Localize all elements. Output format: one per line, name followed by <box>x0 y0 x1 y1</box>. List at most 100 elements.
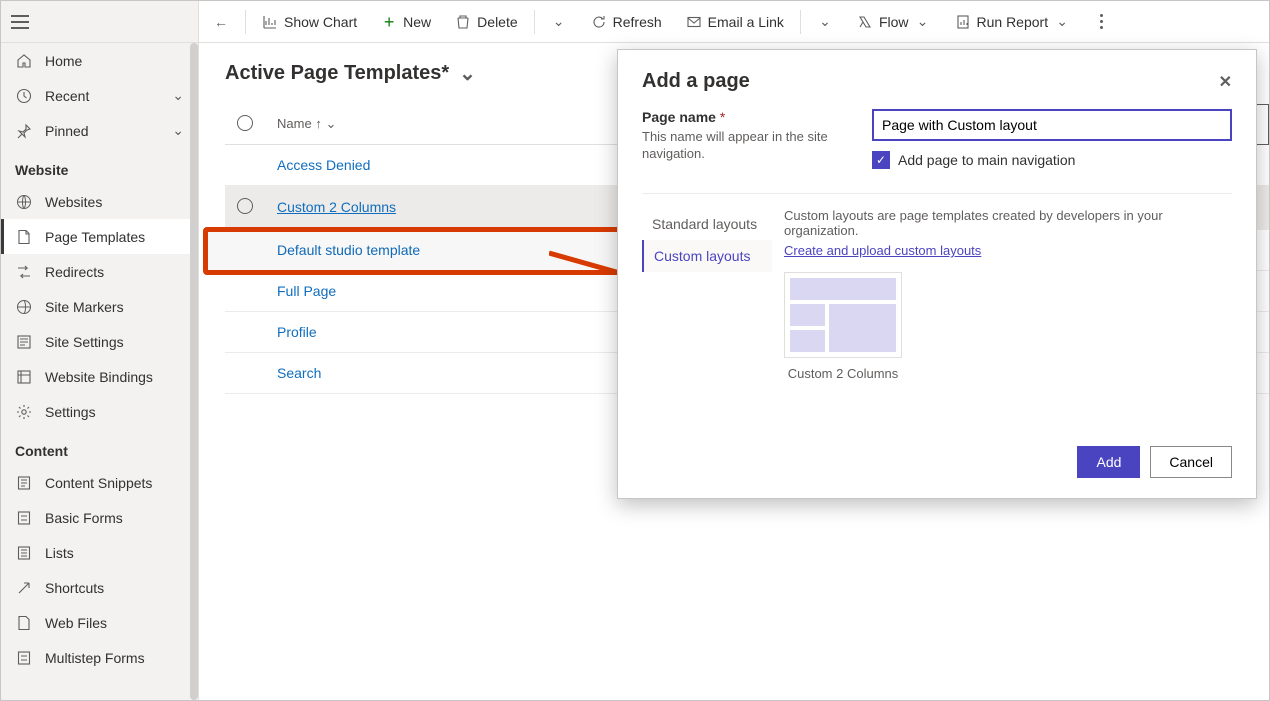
app-window: Home Recent ⌄ Pinned ⌄ Website Websites … <box>0 0 1270 701</box>
flyout-title-row: Add a page ✕ <box>642 70 1232 93</box>
create-upload-link[interactable]: Create and upload custom layouts <box>784 243 981 258</box>
flyout-title: Add a page <box>642 70 750 93</box>
trash-icon <box>455 14 471 30</box>
sidebar-scroll: Home Recent ⌄ Pinned ⌄ Website Websites … <box>1 43 198 700</box>
snippet-icon <box>15 475 33 491</box>
page-name-help: This name will appear in the site naviga… <box>642 129 852 163</box>
close-button[interactable]: ✕ <box>1219 72 1232 92</box>
email-link-button[interactable]: Email a Link <box>676 1 794 43</box>
chevron-down-icon: ⌄ <box>325 116 336 131</box>
sidebar-item-site-settings[interactable]: Site Settings <box>1 324 198 359</box>
layout-card-custom-2-columns[interactable]: Custom 2 Columns <box>784 272 902 382</box>
col-label: Name <box>277 116 312 131</box>
cmd-label: Run Report <box>977 14 1049 30</box>
globe-icon <box>15 194 33 210</box>
redirect-icon <box>15 264 33 280</box>
page-icon <box>15 229 33 245</box>
record-link[interactable]: Full Page <box>277 283 336 299</box>
add-nav-checkbox[interactable]: ✓ <box>872 151 890 169</box>
sidebar-label: Settings <box>45 404 96 420</box>
hamburger-icon[interactable] <box>11 15 29 29</box>
separator <box>245 10 246 34</box>
email-split[interactable]: ⌄ <box>807 1 843 43</box>
sidebar-label: Web Files <box>45 615 107 631</box>
layout-caption: Custom 2 Columns <box>784 366 902 382</box>
sidebar-item-recent[interactable]: Recent ⌄ <box>1 78 198 113</box>
select-all[interactable] <box>225 105 265 145</box>
refresh-button[interactable]: Refresh <box>581 1 672 43</box>
sidebar-label: Multistep Forms <box>45 650 145 666</box>
sidebar: Home Recent ⌄ Pinned ⌄ Website Websites … <box>1 1 199 700</box>
sidebar-item-redirects[interactable]: Redirects <box>1 254 198 289</box>
chevron-down-icon: ⌄ <box>172 122 184 139</box>
form-icon <box>15 650 33 666</box>
sidebar-item-basic-forms[interactable]: Basic Forms <box>1 500 198 535</box>
cmd-label: Show Chart <box>284 14 357 30</box>
record-link[interactable]: Access Denied <box>277 157 370 173</box>
sidebar-item-page-templates[interactable]: Page Templates <box>1 219 198 254</box>
tab-standard-layouts[interactable]: Standard layouts <box>642 208 772 240</box>
mail-icon <box>686 14 702 30</box>
flow-icon <box>857 14 873 30</box>
sidebar-item-lists[interactable]: Lists <box>1 535 198 570</box>
page-name-label: Page name <box>642 109 716 125</box>
record-link[interactable]: Default studio template <box>277 242 420 258</box>
sidebar-label: Lists <box>45 545 74 561</box>
delete-split[interactable]: ⌄ <box>541 1 577 43</box>
sidebar-item-websites[interactable]: Websites <box>1 184 198 219</box>
record-link[interactable]: Search <box>277 365 321 381</box>
sidebar-item-settings[interactable]: Settings <box>1 394 198 429</box>
gear-icon <box>15 404 33 420</box>
new-button[interactable]: + New <box>371 1 441 43</box>
flyout-footer: Add Cancel <box>642 446 1232 478</box>
layout-tabs: Standard layouts Custom layouts <box>642 208 772 382</box>
settings-list-icon <box>15 334 33 350</box>
command-bar: ← Show Chart + New Delete ⌄ Refresh <box>199 1 1269 43</box>
cmd-label: Delete <box>477 14 517 30</box>
sidebar-item-multistep-forms[interactable]: Multistep Forms <box>1 640 198 675</box>
tab-panel: Custom layouts are page templates create… <box>772 208 1232 382</box>
plus-icon: + <box>381 14 397 30</box>
more-commands[interactable] <box>1090 1 1114 43</box>
circle-icon <box>237 198 253 214</box>
sort-asc-icon: ↑ <box>315 116 322 131</box>
sidebar-item-pinned[interactable]: Pinned ⌄ <box>1 113 198 148</box>
chart-icon <box>262 14 278 30</box>
tab-custom-layouts[interactable]: Custom layouts <box>642 240 772 272</box>
show-chart-button[interactable]: Show Chart <box>252 1 367 43</box>
bindings-icon <box>15 369 33 385</box>
sidebar-item-shortcuts[interactable]: Shortcuts <box>1 570 198 605</box>
sidebar-item-web-files[interactable]: Web Files <box>1 605 198 640</box>
refresh-icon <box>591 14 607 30</box>
sidebar-item-website-bindings[interactable]: Website Bindings <box>1 359 198 394</box>
form-icon <box>15 510 33 526</box>
record-link[interactable]: Profile <box>277 324 317 340</box>
add-nav-label: Add page to main navigation <box>898 152 1075 168</box>
separator <box>800 10 801 34</box>
arrow-left-icon: ← <box>213 14 229 30</box>
sidebar-label: Redirects <box>45 264 104 280</box>
delete-button[interactable]: Delete <box>445 1 527 43</box>
run-report-button[interactable]: Run Report ⌄ <box>945 1 1081 43</box>
sidebar-label: Site Settings <box>45 334 124 350</box>
sidebar-item-site-markers[interactable]: Site Markers <box>1 289 198 324</box>
flow-button[interactable]: Flow ⌄ <box>847 1 941 43</box>
sidebar-label: Websites <box>45 194 102 210</box>
cancel-button[interactable]: Cancel <box>1150 446 1232 478</box>
sidebar-label: Site Markers <box>45 299 124 315</box>
list-icon <box>15 545 33 561</box>
add-button[interactable]: Add <box>1077 446 1140 478</box>
sidebar-label: Page Templates <box>45 229 145 245</box>
sidebar-label: Website Bindings <box>45 369 153 385</box>
report-icon <box>955 14 971 30</box>
sidebar-item-content-snippets[interactable]: Content Snippets <box>1 465 198 500</box>
view-title-text: Active Page Templates* <box>225 62 449 85</box>
page-name-input[interactable] <box>872 109 1232 141</box>
cmd-label: Email a Link <box>708 14 784 30</box>
back-button[interactable]: ← <box>203 1 239 43</box>
sidebar-item-home[interactable]: Home <box>1 43 198 78</box>
chevron-down-icon: ⌄ <box>459 61 476 86</box>
cmd-label: Flow <box>879 14 909 30</box>
sidebar-label: Recent <box>45 88 89 104</box>
file-icon <box>15 615 33 631</box>
